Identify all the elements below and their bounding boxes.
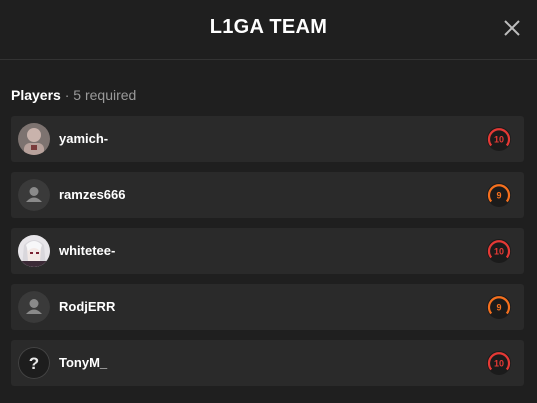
- modal-header: L1GA TEAM: [0, 0, 537, 60]
- player-name[interactable]: yamich-: [59, 131, 108, 146]
- team-title: L1GA TEAM: [209, 16, 328, 38]
- player-row[interactable]: RodjERR 9: [11, 284, 524, 330]
- skill-level-badge: 10: [486, 350, 512, 376]
- svg-text:?: ?: [29, 354, 39, 373]
- players-heading: Players · 5 required: [11, 87, 136, 103]
- question-mark-icon: ?: [18, 347, 50, 379]
- skill-level-value: 9: [496, 191, 501, 201]
- player-row[interactable]: ramzes666 9: [11, 172, 524, 218]
- player-row[interactable]: yamich- 10: [11, 116, 524, 162]
- skill-level-badge: 9: [486, 294, 512, 320]
- player-name[interactable]: whitetee-: [59, 243, 115, 258]
- close-icon[interactable]: [501, 17, 523, 39]
- players-list: yamich- 10 ramzes666 9 whitetee- 10 Rodj…: [11, 116, 524, 396]
- skill-level-badge: 10: [486, 238, 512, 264]
- player-row[interactable]: whitetee- 10: [11, 228, 524, 274]
- anime-photo-icon: [18, 235, 50, 267]
- player-name[interactable]: TonyM_: [59, 355, 107, 370]
- skill-level-value: 10: [494, 247, 504, 257]
- skill-level-value: 9: [496, 303, 501, 313]
- player-name[interactable]: ramzes666: [59, 187, 126, 202]
- player-name[interactable]: RodjERR: [59, 299, 115, 314]
- user-photo-icon: [18, 123, 50, 155]
- players-label: Players: [11, 87, 61, 103]
- skill-level-badge: 10: [486, 126, 512, 152]
- default-user-icon: [18, 179, 50, 211]
- skill-level-value: 10: [494, 359, 504, 369]
- skill-level-value: 10: [494, 135, 504, 145]
- skill-level-badge: 9: [486, 182, 512, 208]
- player-row[interactable]: ? TonyM_ 10: [11, 340, 524, 386]
- players-requirement: 5 required: [73, 87, 137, 103]
- default-user-icon: [18, 291, 50, 323]
- heading-separator: ·: [60, 87, 74, 103]
